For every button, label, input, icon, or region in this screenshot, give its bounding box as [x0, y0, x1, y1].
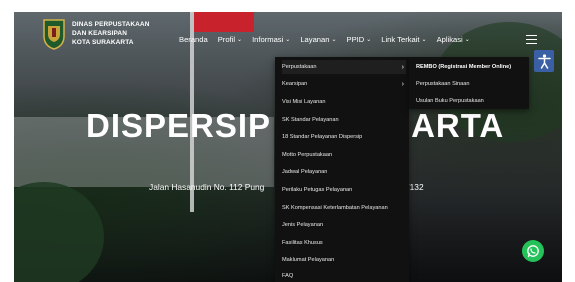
dropdown-item-label: Kearsipan — [282, 81, 308, 87]
dropdown-item-label: Motto Perpustakaan — [282, 152, 333, 158]
dropdown-item-label: Visi Misi Layanan — [282, 99, 326, 105]
submenu-item-usulan-buku[interactable]: Usulan Buku Perpustakaan — [416, 94, 484, 108]
dropdown-item-label: Perpustakaan — [282, 64, 317, 70]
org-line: KOTA SURAKARTA — [72, 39, 134, 46]
dropdown-item-label: Jadwal Pelayanan — [282, 169, 328, 175]
nav-label: PPID — [346, 35, 365, 44]
menu-icon[interactable] — [526, 35, 537, 44]
submenu-item-rembo[interactable]: REMBO (Registrasi Member Online) — [416, 60, 511, 74]
nav-label: Link Terkait — [381, 35, 420, 44]
nav-beranda[interactable]: Beranda — [179, 35, 208, 44]
nav-label: Informasi — [252, 35, 284, 44]
nav-informasi[interactable]: Informasi ⌄ — [252, 35, 290, 44]
chevron-down-icon: ⌄ — [366, 37, 372, 43]
dropdown-item-perpustakaan[interactable]: Perpustakaan › — [282, 60, 406, 74]
whatsapp-icon[interactable] — [522, 240, 544, 262]
hero-title-right: ARTA — [411, 107, 505, 144]
dropdown-item-kearsipan[interactable]: Kearsipan › — [282, 77, 406, 91]
dropdown-item-standar-dispersip[interactable]: 18 Standar Pelayanan Dispersip — [282, 130, 406, 144]
dropdown-item-label: 18 Standar Pelayanan Dispersip — [282, 134, 363, 140]
submenu-item-label: Usulan Buku Perpustakaan — [416, 98, 484, 104]
dropdown-item-label: Fasilitas Khusus — [282, 240, 323, 246]
dropdown-item-label: SK Standar Pelayanan — [282, 117, 339, 123]
hero-address-left: Jalan Hasanudin No. 112 Pung — [149, 182, 265, 192]
nav-profil[interactable]: Profil ⌄ — [218, 35, 242, 44]
nav-aplikasi[interactable]: Aplikasi ⌄ — [437, 35, 470, 44]
nav-label: Aplikasi — [436, 35, 463, 44]
nav-ppid[interactable]: PPID ⌄ — [347, 35, 372, 44]
hero-title-left: DISPERSIP — [86, 107, 272, 144]
chevron-right-icon: › — [401, 63, 404, 71]
nav-label: Profil — [217, 35, 236, 44]
org-line: DAN KEARSIPAN — [72, 30, 127, 37]
nav-label: Beranda — [179, 35, 208, 44]
dropdown-item-jenis-pelayanan[interactable]: Jenis Pelayanan — [282, 218, 406, 232]
dropdown-item-label: Perilaku Petugas Pelayanan — [282, 187, 353, 193]
chevron-down-icon: ⌄ — [285, 37, 291, 43]
nav-label: Layanan — [300, 35, 330, 44]
main-nav: Beranda Profil ⌄ Informasi ⌄ Layanan ⌄ P… — [179, 35, 470, 44]
dropdown-item-label: Jenis Pelayanan — [282, 222, 324, 228]
org-line: DINAS PERPUSTAKAAN — [72, 21, 150, 28]
chevron-right-icon: › — [401, 80, 404, 88]
website-viewport: DINAS PERPUSTAKAAN DAN KEARSIPAN KOTA SU… — [14, 12, 562, 282]
dropdown-item-sk-kompensasi[interactable]: SK Kompensasi Keterlambatan Pelayanan — [282, 201, 406, 215]
dropdown-item-sk-standar[interactable]: SK Standar Pelayanan — [282, 113, 406, 127]
chevron-down-icon: ⌄ — [464, 37, 470, 43]
dropdown-item-perilaku[interactable]: Perilaku Petugas Pelayanan — [282, 183, 406, 197]
chevron-down-icon: ⌄ — [237, 37, 243, 43]
surakarta-crest-icon[interactable] — [42, 18, 66, 50]
dropdown-item-faq[interactable]: FAQ — [282, 269, 406, 282]
chevron-down-icon: ⌄ — [421, 37, 427, 43]
nav-layanan[interactable]: Layanan ⌄ — [300, 35, 336, 44]
dropdown-item-jadwal[interactable]: Jadwal Pelayanan — [282, 165, 406, 179]
informasi-dropdown: Perpustakaan › Kearsipan › Visi Misi Lay… — [275, 57, 409, 282]
organization-name[interactable]: DINAS PERPUSTAKAAN DAN KEARSIPAN KOTA SU… — [72, 20, 150, 47]
submenu-item-perpustakaan-sinaan[interactable]: Perpustakaan Sinaan — [416, 77, 470, 91]
dropdown-item-visi-misi[interactable]: Visi Misi Layanan — [282, 95, 406, 109]
perpustakaan-submenu: REMBO (Registrasi Member Online) Perpust… — [409, 57, 529, 109]
dropdown-item-motto[interactable]: Motto Perpustakaan — [282, 148, 406, 162]
submenu-item-label: REMBO (Registrasi Member Online) — [416, 64, 512, 70]
accessibility-icon[interactable] — [534, 50, 554, 72]
submenu-item-label: Perpustakaan Sinaan — [416, 81, 470, 87]
dropdown-item-fasilitas[interactable]: Fasilitas Khusus — [282, 236, 406, 250]
nav-link-terkait[interactable]: Link Terkait ⌄ — [381, 35, 426, 44]
dropdown-item-label: SK Kompensasi Keterlambatan Pelayanan — [282, 205, 388, 211]
dropdown-item-maklumat[interactable]: Maklumat Pelayanan — [282, 253, 406, 267]
dropdown-item-label: FAQ — [282, 273, 294, 279]
chevron-down-icon: ⌄ — [331, 37, 337, 43]
dropdown-item-label: Maklumat Pelayanan — [282, 257, 335, 263]
